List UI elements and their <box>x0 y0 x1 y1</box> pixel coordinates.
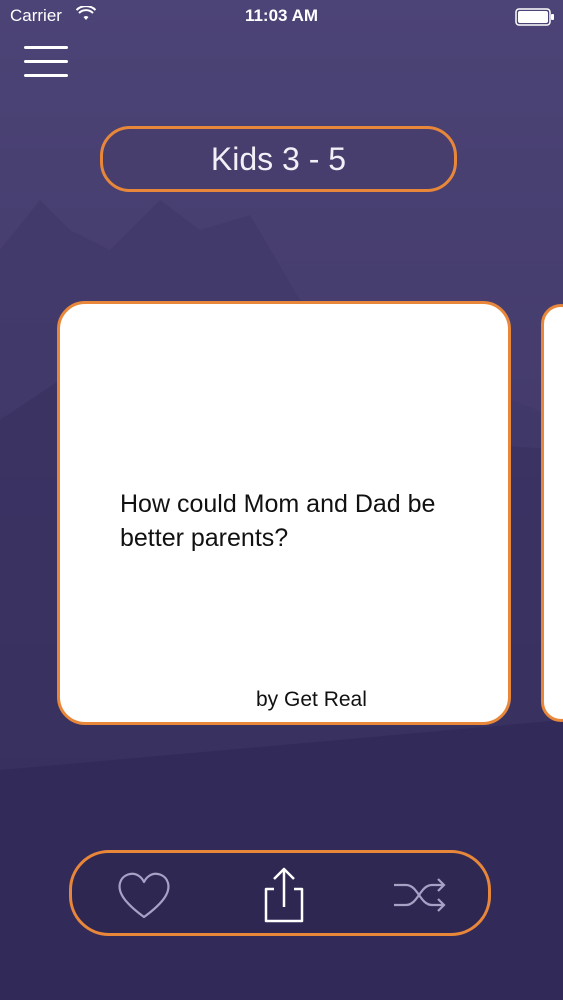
card-attribution: by Get Real <box>256 688 367 711</box>
battery-icon <box>515 8 555 31</box>
category-label: Kids 3 - 5 <box>210 140 347 177</box>
shuffle-icon[interactable] <box>388 863 452 927</box>
category-selector[interactable]: Kids 3 - 5 <box>100 126 457 192</box>
status-bar: Carrier 11:03 AM <box>0 0 563 34</box>
question-card[interactable]: How could Mom and Dad be better parents?… <box>57 301 511 725</box>
status-time: 11:03 AM <box>244 6 319 25</box>
question-text: How could Mom and Dad be better parents? <box>120 490 436 552</box>
share-icon[interactable] <box>252 863 316 927</box>
heart-icon[interactable] <box>112 863 176 927</box>
next-card-peek[interactable] <box>541 304 563 722</box>
action-bar <box>69 850 491 936</box>
menu-icon[interactable] <box>24 46 68 82</box>
